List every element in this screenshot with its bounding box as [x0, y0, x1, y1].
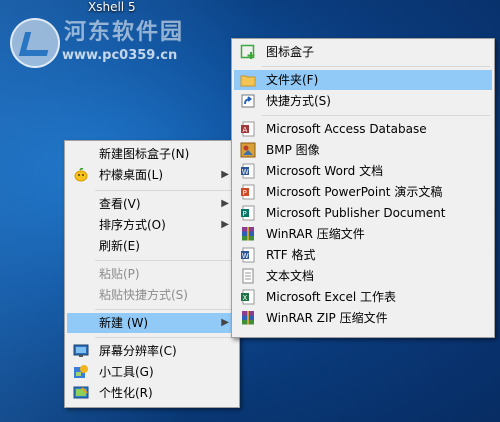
svg-text:W: W [242, 252, 249, 260]
chevron-right-icon: ▶ [221, 317, 229, 328]
desktop-context-menu: 新建图标盒子(N) 柠檬桌面(L) ▶ 查看(V) ▶ 排序方式(O) ▶ 刷新… [64, 140, 240, 408]
new-submenu: 图标盒子 文件夹(F) 快捷方式(S) A Microsoft Access D… [231, 38, 495, 338]
menu-item-lemon-desktop[interactable]: 柠檬桌面(L) ▶ [67, 165, 237, 185]
menu-separator [95, 190, 235, 191]
watermark-title: 河东软件园 [64, 20, 185, 45]
menu-separator [262, 115, 490, 116]
submenu-item-text-document[interactable]: 文本文档 [234, 266, 492, 286]
menu-item-refresh[interactable]: 刷新(E) [67, 236, 237, 256]
submenu-item-bmp[interactable]: BMP 图像 [234, 140, 492, 160]
excel-icon: X [241, 289, 255, 305]
svg-text:A: A [243, 126, 248, 134]
submenu-item-folder[interactable]: 文件夹(F) [234, 70, 492, 90]
bmp-icon [240, 142, 256, 158]
submenu-item-rtf[interactable]: W RTF 格式 [234, 245, 492, 265]
submenu-item-publisher[interactable]: P Microsoft Publisher Document [234, 203, 492, 223]
submenu-item-shortcut[interactable]: 快捷方式(S) [234, 91, 492, 111]
word-icon: W [241, 163, 255, 179]
svg-text:P: P [243, 189, 247, 197]
menu-item-paste[interactable]: 粘贴(P) [67, 264, 237, 284]
menu-separator [262, 66, 490, 67]
rtf-icon: W [241, 247, 255, 263]
watermark-url: www.pc0359.cn [62, 48, 178, 63]
menu-item-new[interactable]: 新建 (W) ▶ [67, 313, 237, 333]
submenu-item-winrar[interactable]: WinRAR 压缩文件 [234, 224, 492, 244]
lemon-icon [74, 167, 88, 182]
menu-item-paste-shortcut[interactable]: 粘贴快捷方式(S) [67, 285, 237, 305]
submenu-item-access[interactable]: A Microsoft Access Database [234, 119, 492, 139]
watermark-logo-icon [10, 18, 60, 68]
chevron-right-icon: ▶ [221, 169, 229, 180]
shortcut-icon [241, 94, 255, 108]
chevron-right-icon: ▶ [221, 219, 229, 230]
menu-item-sort-by[interactable]: 排序方式(O) ▶ [67, 215, 237, 235]
winrar-icon [242, 227, 254, 241]
svg-text:P: P [243, 210, 247, 218]
menu-separator [95, 337, 235, 338]
menu-item-new-fence[interactable]: 新建图标盒子(N) [67, 144, 237, 164]
menu-item-gadgets[interactable]: 小工具(G) [67, 362, 237, 382]
text-document-icon [242, 268, 254, 284]
menu-item-screen-resolution[interactable]: 屏幕分辨率(C) [67, 341, 237, 361]
folder-icon [240, 75, 256, 87]
menu-item-view[interactable]: 查看(V) ▶ [67, 194, 237, 214]
submenu-item-word[interactable]: W Microsoft Word 文档 [234, 161, 492, 181]
publisher-icon: P [241, 205, 255, 221]
svg-text:W: W [242, 168, 249, 176]
svg-text:X: X [243, 294, 248, 302]
gadgets-icon [74, 365, 88, 378]
powerpoint-icon: P [241, 184, 255, 200]
submenu-item-winrar-zip[interactable]: WinRAR ZIP 压缩文件 [234, 308, 492, 328]
watermark: 河东软件园 www.pc0359.cn [6, 12, 236, 72]
submenu-item-new-fence[interactable]: 图标盒子 [234, 42, 492, 62]
chevron-right-icon: ▶ [221, 198, 229, 209]
submenu-item-powerpoint[interactable]: P Microsoft PowerPoint 演示文稿 [234, 182, 492, 202]
menu-separator [95, 260, 235, 261]
menu-separator [95, 309, 235, 310]
winrar-zip-icon [242, 311, 254, 325]
personalize-icon [73, 386, 89, 399]
display-icon [73, 344, 89, 357]
menu-item-personalize[interactable]: 个性化(R) [67, 383, 237, 403]
access-icon: A [241, 121, 255, 137]
new-fence-icon [240, 44, 255, 59]
submenu-item-excel[interactable]: X Microsoft Excel 工作表 [234, 287, 492, 307]
